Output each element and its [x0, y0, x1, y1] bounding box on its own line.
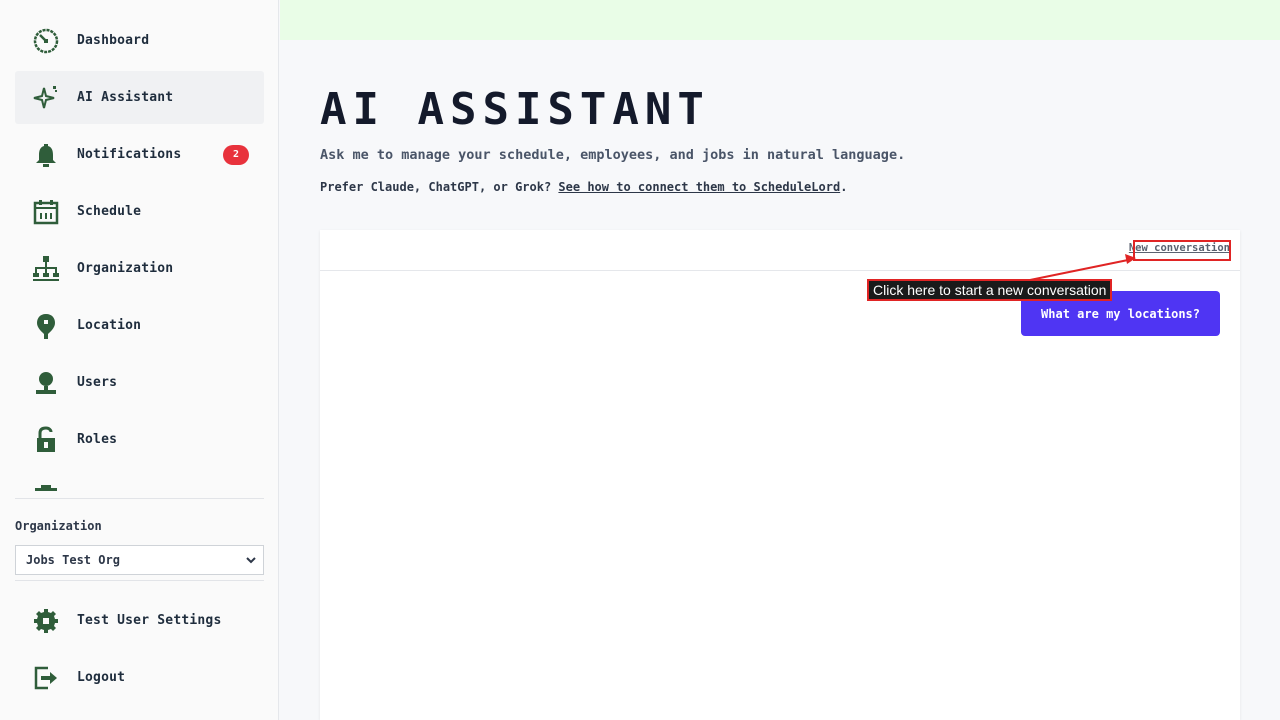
top-banner — [280, 0, 1280, 40]
logout-icon — [31, 663, 61, 693]
sidebar-item-notifications[interactable]: Notifications 2 — [15, 128, 264, 181]
sidebar-item-user-settings[interactable]: Test User Settings — [15, 594, 264, 647]
sidebar-item-label: Dashboard — [77, 33, 150, 48]
chat-header: New conversation — [320, 230, 1240, 271]
chat-panel: New conversation What are my locations? — [320, 230, 1240, 720]
annotation-highlight-box — [1133, 240, 1231, 261]
sidebar: Dashboard AI Assistant Notifications 2 S… — [0, 0, 279, 720]
sidebar-item-label: Logout — [77, 670, 126, 685]
sidebar-item-label: Users — [77, 375, 118, 390]
bell-icon — [31, 140, 61, 170]
sidebar-item-label: Notifications — [77, 147, 182, 162]
sidebar-item-label: Location — [77, 318, 142, 333]
sparkle-icon — [31, 83, 61, 113]
sidebar-item-label: Test User Settings — [77, 613, 222, 628]
annotation-tooltip: Click here to start a new conversation — [867, 279, 1113, 301]
organization-label: Organization — [15, 519, 102, 533]
sidebar-nav: Dashboard AI Assistant Notifications 2 S… — [15, 14, 264, 492]
sidebar-item-label: Schedule — [77, 204, 142, 219]
organization-select-value: Jobs Test Org — [26, 553, 120, 567]
connect-hint-prefix: Prefer Claude, ChatGPT, or Grok? — [320, 180, 559, 194]
sidebar-item-organization[interactable]: Organization — [15, 242, 264, 295]
sidebar-item-dashboard[interactable]: Dashboard — [15, 14, 264, 67]
sidebar-item-partial[interactable] — [15, 470, 264, 492]
sidebar-bottom-nav: Test User Settings Logout — [15, 594, 264, 708]
sidebar-item-schedule[interactable]: Schedule — [15, 185, 264, 238]
connect-guide-link[interactable]: See how to connect them to ScheduleLord — [558, 180, 840, 194]
sidebar-divider — [15, 498, 264, 499]
notification-count-badge: 2 — [223, 144, 249, 165]
sidebar-item-label: Organization — [77, 261, 174, 276]
sidebar-item-label: Roles — [77, 432, 118, 447]
sidebar-item-roles[interactable]: Roles — [15, 413, 264, 466]
chevron-down-icon — [245, 554, 257, 569]
location-pin-icon — [31, 311, 61, 341]
sidebar-item-location[interactable]: Location — [15, 299, 264, 352]
organization-select[interactable]: Jobs Test Org — [15, 545, 264, 575]
connect-hint: Prefer Claude, ChatGPT, or Grok? See how… — [320, 180, 847, 194]
sidebar-item-users[interactable]: Users — [15, 356, 264, 409]
sidebar-item-logout[interactable]: Logout — [15, 651, 264, 704]
connect-hint-suffix: . — [840, 180, 848, 194]
sidebar-item-label: AI Assistant — [77, 90, 174, 105]
sidebar-item-ai-assistant[interactable]: AI Assistant — [15, 71, 264, 124]
sidebar-divider — [15, 580, 264, 581]
dashboard-icon — [31, 26, 61, 56]
org-chart-icon — [31, 254, 61, 284]
briefcase-icon — [31, 482, 61, 493]
gear-icon — [31, 606, 61, 636]
user-icon — [31, 368, 61, 398]
page-subtitle: Ask me to manage your schedule, employee… — [320, 147, 906, 163]
lock-icon — [31, 425, 61, 455]
calendar-icon — [31, 197, 61, 227]
page-title: AI ASSISTANT — [320, 84, 710, 135]
